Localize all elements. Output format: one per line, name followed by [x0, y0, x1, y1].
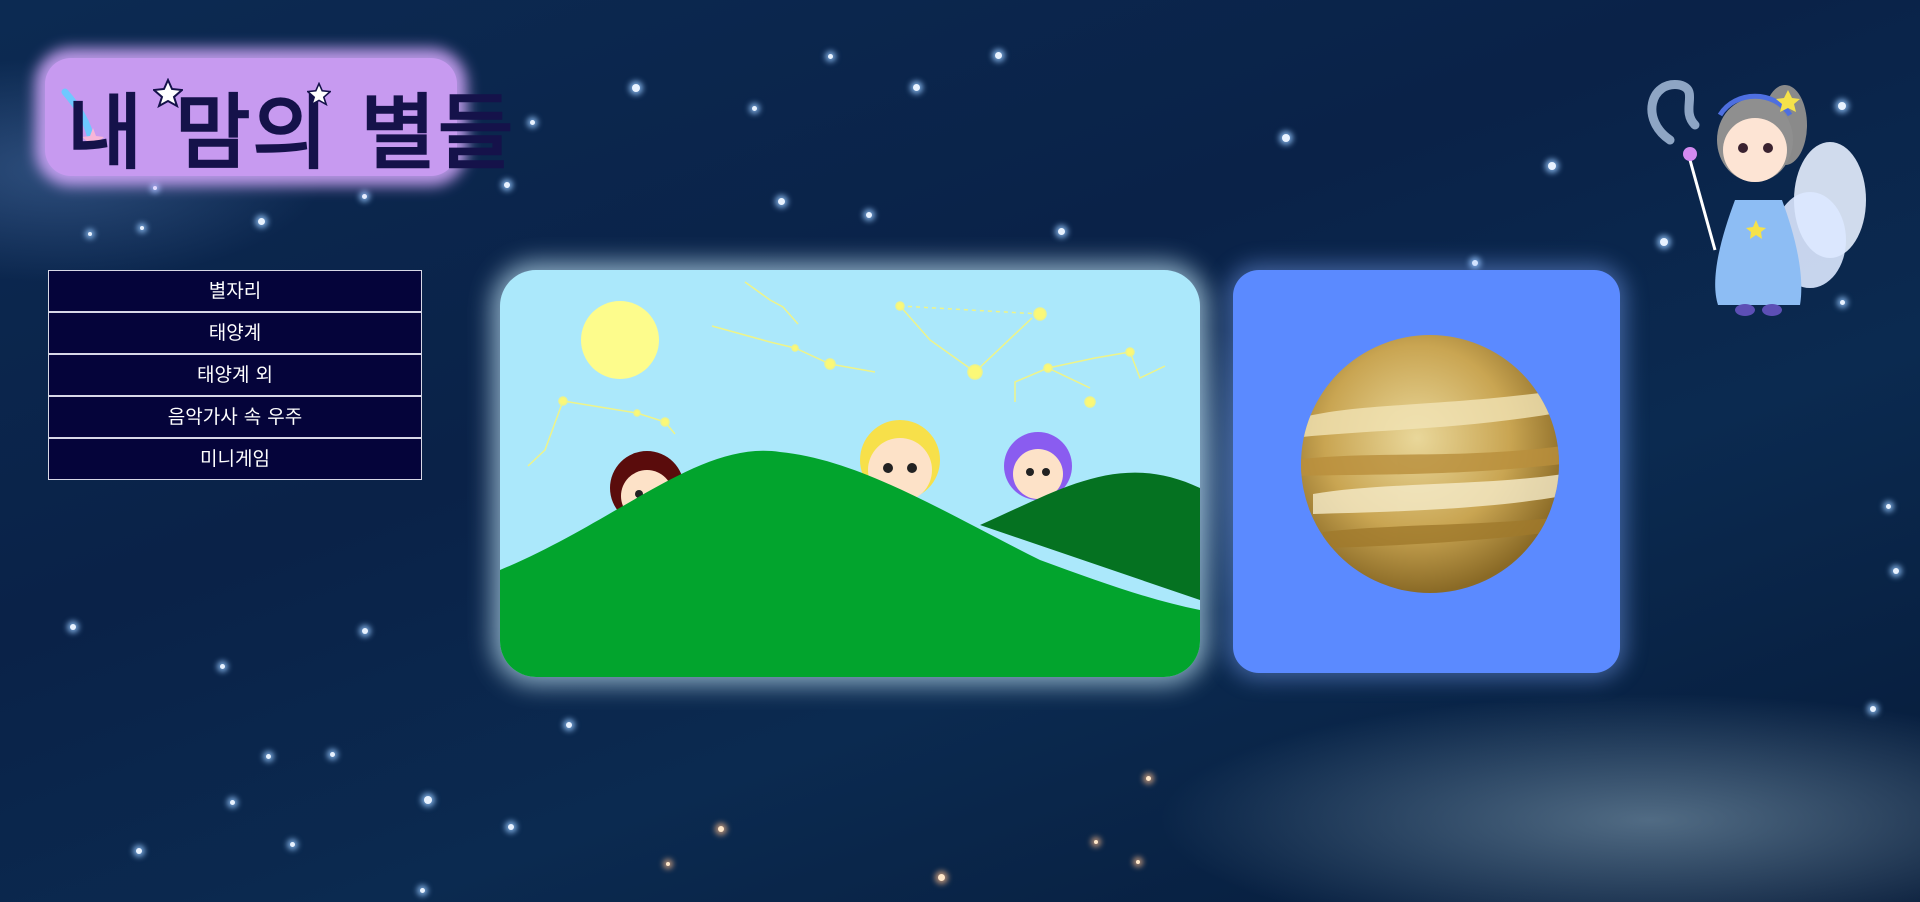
- star: [1136, 860, 1140, 864]
- menu-item-solar-system[interactable]: 태양계: [48, 312, 422, 354]
- menu-item-constellations[interactable]: 별자리: [48, 270, 422, 312]
- star: [330, 752, 335, 757]
- star: [1146, 776, 1151, 781]
- star: [153, 186, 157, 190]
- star: [666, 862, 670, 866]
- star: [778, 198, 785, 205]
- star: [718, 826, 724, 832]
- star: [913, 84, 920, 91]
- star: [995, 52, 1002, 59]
- star: [866, 212, 872, 218]
- site-logo[interactable]: 내 맘의 별들: [45, 58, 513, 181]
- fairy-illustration: [1647, 80, 1866, 316]
- star: [1886, 504, 1891, 509]
- planet-image: [1301, 335, 1559, 593]
- main-menu: 별자리 태양계 태양계 외 음악가사 속 우주 미니게임: [48, 270, 422, 480]
- menu-item-beyond-solar-system[interactable]: 태양계 외: [48, 354, 422, 396]
- fairy-face: [1723, 118, 1787, 182]
- star: [362, 628, 368, 634]
- planet-card: [1233, 270, 1620, 673]
- sun: [581, 301, 659, 379]
- smoke-swirl: [1647, 80, 1700, 145]
- star: [632, 84, 640, 92]
- hill-scene-illustration: [500, 281, 1200, 677]
- star: [1548, 162, 1556, 170]
- menu-item-mini-game[interactable]: 미니게임: [48, 438, 422, 480]
- star: [1282, 134, 1290, 142]
- star: [508, 824, 514, 830]
- hero-illustration: [500, 270, 1200, 677]
- star: [420, 888, 425, 893]
- star: [362, 194, 367, 199]
- star: [752, 106, 757, 111]
- star: [530, 120, 535, 125]
- fairy-mascot: [1640, 70, 1880, 330]
- star-icon: [153, 78, 183, 108]
- star: [230, 800, 235, 805]
- star: [88, 232, 92, 236]
- star: [290, 842, 295, 847]
- star: [70, 624, 76, 630]
- star: [140, 226, 144, 230]
- star: [266, 754, 271, 759]
- star-icon: [307, 82, 331, 106]
- star: [1893, 568, 1899, 574]
- site-title: 내 맘의 별들: [67, 86, 516, 181]
- star: [220, 664, 225, 669]
- star: [1094, 840, 1098, 844]
- star: [828, 54, 833, 59]
- star: [566, 722, 572, 728]
- star: [424, 796, 432, 804]
- menu-item-space-in-lyrics[interactable]: 음악가사 속 우주: [48, 396, 422, 438]
- star: [1472, 260, 1478, 266]
- star: [1870, 706, 1876, 712]
- star: [136, 848, 142, 854]
- star: [258, 218, 265, 225]
- star: [1058, 228, 1065, 235]
- star: [938, 874, 945, 881]
